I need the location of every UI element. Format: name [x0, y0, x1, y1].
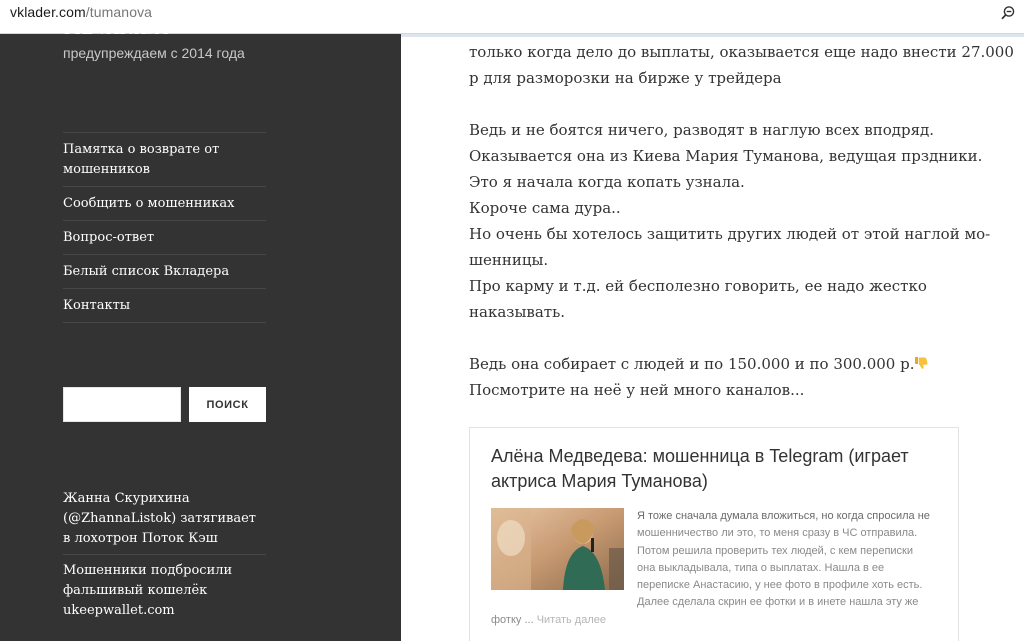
menu-item-contacts[interactable]: Контакты: [63, 288, 266, 323]
sidebar: Вкладер предупреждаем с 2014 года Памятк…: [0, 18, 401, 641]
embedded-post-card: Алёна Медведева: мошенница в Telegram (и…: [469, 427, 959, 641]
post-paragraph: Ведь она собирает с людей и по 150.000 и…: [469, 351, 1009, 403]
recent-posts: Жанна Скурихина (@ZhannaListok) затягива…: [63, 489, 266, 626]
embedded-post-title[interactable]: Алёна Медведева: мошенница в Telegram (и…: [491, 444, 941, 494]
post-line: Короче сама дура..: [469, 199, 621, 217]
post-line: шенницы.: [469, 251, 549, 269]
excerpt-line: Потом решила проверить тех людей, с кем …: [637, 544, 914, 557]
thumbs-down-icon: [914, 352, 929, 369]
menu-item-faq[interactable]: Вопрос-ответ: [63, 220, 266, 254]
post-paragraph: Ведь и не боятся ничего, разводят в нагл…: [469, 117, 1009, 325]
post-line: Это я начала когда копать узнала.: [469, 173, 745, 191]
excerpt-line: Далее сделала скрин ее фотки и в инете н…: [637, 596, 919, 609]
post-line: Но очень бы хотелось защитить других люд…: [469, 225, 991, 243]
excerpt-line: переписке Анастасию, у нее фото в профил…: [637, 579, 923, 592]
excerpt-line: она выкладывала, типа о выплатах. Нашла …: [637, 561, 885, 574]
menu-item-whitelist[interactable]: Белый список Вкладера: [63, 254, 266, 288]
post-line: Посмотрите на неё у ней много каналов...: [469, 381, 805, 399]
excerpt-last-text: фотку ...: [491, 613, 534, 626]
recent-post-link[interactable]: Мошенники подбросили фальшивый кошелёк u…: [63, 554, 266, 626]
post-line: Ведь она собирает с людей и по 150.000 и…: [469, 351, 1009, 377]
post-line: Ведь и не боятся ничего, разводят в нагл…: [469, 121, 935, 139]
post-line: р для разморозки на бирже у трейдера: [469, 69, 782, 87]
excerpt-line: фотку ... Читать далее: [491, 612, 946, 629]
site-title[interactable]: Вкладер: [62, 18, 169, 34]
site-tagline: предупреждаем с 2014 года: [63, 45, 245, 61]
sidebar-menu: Памятка о возврате от мошенников Сообщит…: [63, 132, 266, 323]
post-line: наказывать.: [469, 303, 565, 321]
menu-item-report-fraud[interactable]: Сообщить о мошенниках: [63, 186, 266, 220]
post-line-text: Ведь она собирает с людей и по 150.000 и…: [469, 355, 915, 373]
recent-post-link[interactable]: Жанна Скурихина (@ZhannaListok) затягива…: [63, 489, 266, 554]
header-divider: [401, 34, 1024, 37]
post-line: Оказывается она из Киева Мария Туманова,…: [469, 147, 983, 165]
excerpt-line: мошенничество ли это, то меня сразу в ЧС…: [637, 527, 918, 540]
post-line: Про карму и т.д. ей бесполезно говорить,…: [469, 277, 927, 295]
search-input[interactable]: [63, 387, 181, 422]
post-line: только когда дело до выплаты, оказываетс…: [469, 43, 1014, 61]
post-paragraph: только когда дело до выплаты, оказываетс…: [469, 39, 1014, 91]
zoom-out-icon[interactable]: [1000, 5, 1016, 21]
embedded-post-excerpt: Я тоже сначала думала вложиться, но когд…: [491, 508, 946, 629]
read-more-link[interactable]: Читать далее: [537, 614, 606, 626]
menu-item-refund-memo[interactable]: Памятка о возврате от мошенников: [63, 132, 266, 186]
excerpt-line: Я тоже сначала думала вложиться, но когд…: [637, 510, 930, 522]
main-content: только когда дело до выплаты, оказываетс…: [401, 34, 1024, 641]
search-button[interactable]: ПОИСК: [189, 387, 266, 422]
post-body: только когда дело до выплаты, оказываетс…: [469, 39, 1014, 429]
